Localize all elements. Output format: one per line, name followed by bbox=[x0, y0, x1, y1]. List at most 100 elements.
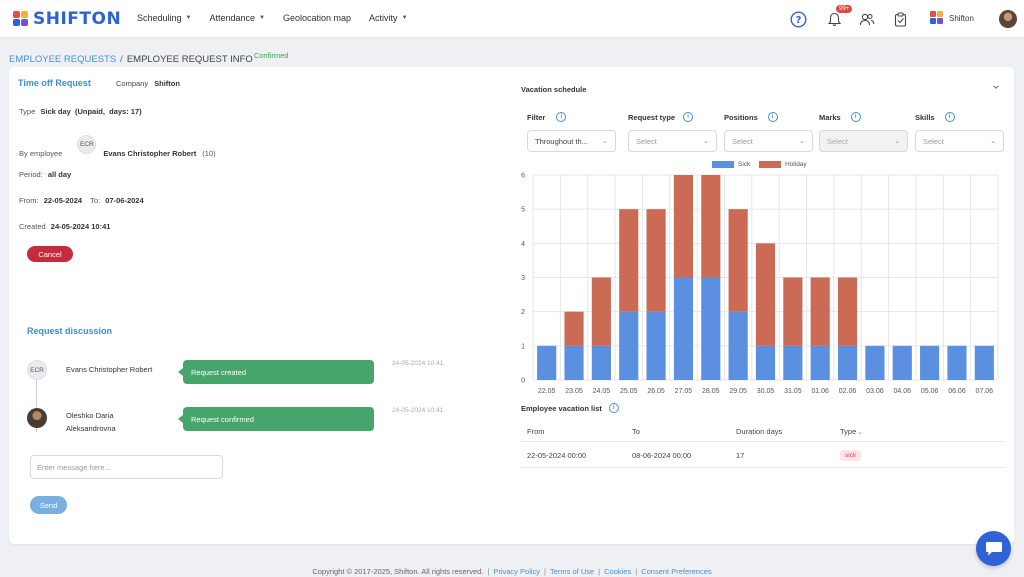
info-icon[interactable]: i bbox=[944, 112, 955, 122]
legend-sick-label: Sick bbox=[738, 161, 751, 168]
y-tick-label: 4 bbox=[521, 241, 525, 248]
bar-holiday bbox=[783, 277, 803, 346]
users-icon[interactable] bbox=[857, 9, 877, 29]
nav-scheduling[interactable]: Scheduling ▼ bbox=[137, 13, 192, 23]
discussion-author: Evans Christopher Robert bbox=[66, 365, 153, 374]
legend-sick-swatch bbox=[712, 161, 734, 168]
bar-sick bbox=[865, 345, 885, 380]
nav-geolocation-map[interactable]: Geolocation map bbox=[283, 13, 351, 23]
page-left-edge bbox=[0, 67, 5, 544]
collapse-chevron-icon[interactable] bbox=[992, 83, 1000, 93]
top-navbar: SHIFTON Scheduling ▼ Attendance ▼ Geolocat… bbox=[0, 0, 1024, 38]
request-type-select[interactable]: Select ⌄ bbox=[628, 130, 717, 152]
skills-select[interactable]: Select ⌄ bbox=[915, 130, 1004, 152]
x-tick-label: 07.06 bbox=[976, 388, 994, 395]
bar-holiday bbox=[837, 277, 858, 346]
nav-attendance[interactable]: Attendance ▼ bbox=[210, 13, 266, 23]
legend-holiday-swatch bbox=[759, 161, 781, 168]
positions-select-value: Select bbox=[732, 136, 753, 146]
cell-to: 08-06-2024 00:00 bbox=[632, 451, 692, 460]
request-type-select-value: Select bbox=[636, 136, 657, 146]
nav-activity-label: Activity bbox=[369, 13, 398, 23]
y-tick-label: 3 bbox=[521, 275, 525, 282]
x-tick-label: 26.05 bbox=[647, 388, 665, 395]
bar-holiday bbox=[564, 311, 584, 346]
info-icon[interactable]: i bbox=[608, 403, 619, 413]
bar-sick bbox=[974, 345, 994, 380]
send-button[interactable]: Send bbox=[30, 496, 67, 514]
x-tick-label: 29.05 bbox=[729, 388, 747, 395]
message-input[interactable] bbox=[30, 455, 223, 479]
info-icon[interactable]: i bbox=[556, 112, 567, 122]
chevron-down-icon: ⌄ bbox=[990, 138, 996, 145]
breadcrumb-separator: / bbox=[120, 54, 123, 65]
period-value: all day bbox=[47, 170, 72, 179]
table-row[interactable]: 22-05-2024 00:00 08-06-2024 00:00 17 sic… bbox=[521, 444, 1005, 468]
discussion-time: 24-05-2024 10:41 bbox=[392, 407, 444, 414]
cancel-button[interactable]: Cancel bbox=[27, 246, 73, 262]
bar-sick bbox=[783, 345, 803, 380]
period-row: Period: all day bbox=[19, 170, 71, 179]
logo-text: SHIFTON bbox=[33, 9, 122, 29]
nav-activity[interactable]: Activity ▼ bbox=[369, 13, 407, 23]
positions-label-text: Positions bbox=[724, 112, 758, 122]
discussion-avatar-ecr: ECR bbox=[27, 360, 47, 380]
nav-geolocation-label: Geolocation map bbox=[283, 13, 352, 23]
bar-sick bbox=[646, 311, 666, 380]
footer-separator: | bbox=[635, 567, 638, 576]
copyright: Copyright © 2017-2025, Shifton. All righ… bbox=[312, 567, 484, 576]
request-title: Time off Request bbox=[18, 78, 91, 88]
footer-consent-link[interactable]: Consent Preferences bbox=[641, 567, 711, 576]
y-tick-label: 6 bbox=[521, 173, 525, 180]
info-icon[interactable]: i bbox=[850, 112, 861, 122]
discussion-title: Request discussion bbox=[27, 326, 113, 336]
company-info: Company Shifton bbox=[116, 79, 180, 88]
discussion-author: Oleshko Daria Aleksandrovna bbox=[66, 411, 116, 433]
marks-label: Marks i bbox=[819, 112, 861, 122]
info-icon[interactable]: i bbox=[683, 112, 694, 122]
employee-avatar: ECR bbox=[77, 135, 97, 154]
company-switcher[interactable]: Shifton bbox=[930, 11, 974, 25]
user-avatar[interactable] bbox=[999, 10, 1017, 28]
created-row: Created 24-05-2024 10:41 bbox=[19, 222, 110, 231]
filter-select[interactable]: Throughout th... ⌄ bbox=[527, 130, 616, 152]
main-nav: Scheduling ▼ Attendance ▼ Geolocation map … bbox=[137, 13, 426, 23]
footer-cookies-link[interactable]: Cookies bbox=[604, 567, 631, 576]
company-label: Company bbox=[116, 79, 149, 88]
bar-sick bbox=[728, 311, 748, 380]
employee-name[interactable]: Evans Christopher Robert bbox=[103, 149, 196, 158]
created-value: 24-05-2024 10:41 bbox=[50, 222, 111, 231]
period-label: Period: bbox=[19, 170, 43, 179]
bar-sick bbox=[591, 345, 611, 380]
positions-select[interactable]: Select ⌄ bbox=[724, 130, 813, 152]
info-icon[interactable]: i bbox=[767, 112, 778, 122]
company-logo-icon bbox=[930, 11, 944, 25]
positions-label: Positions i bbox=[724, 112, 778, 122]
discussion-time: 24-05-2024 10:41 bbox=[392, 360, 444, 367]
y-tick-label: 2 bbox=[521, 309, 525, 316]
chat-button[interactable] bbox=[976, 531, 1011, 566]
vacation-chart: 0 1 2 3 4 5 6 22.05 23.05 24.05 25.05 26.05 27.05 28.… bbox=[521, 173, 999, 395]
breadcrumb-employee-requests[interactable]: EMPLOYEE REQUESTS bbox=[9, 54, 116, 65]
x-tick-label: 27.05 bbox=[675, 388, 693, 395]
legend-sick[interactable]: Sick bbox=[712, 161, 750, 168]
column-to: To bbox=[632, 427, 640, 436]
column-type[interactable]: Type⌄ bbox=[840, 427, 863, 436]
cell-duration: 17 bbox=[736, 451, 745, 460]
bar-sick bbox=[701, 277, 721, 380]
chevron-down-icon: ▼ bbox=[185, 15, 192, 21]
footer-terms-link[interactable]: Terms of Use bbox=[550, 567, 594, 576]
vacation-list-title-text: Employee vacation list bbox=[521, 403, 602, 413]
shifton-logo[interactable]: SHIFTON bbox=[13, 9, 121, 29]
filter-select-value: Throughout th... bbox=[535, 136, 588, 146]
help-icon[interactable]: ? bbox=[788, 9, 808, 29]
clipboard-icon[interactable] bbox=[890, 9, 910, 29]
type-badge: sick bbox=[840, 450, 862, 461]
to-value: 07-06-2024 bbox=[105, 196, 144, 205]
x-tick-label: 31.05 bbox=[784, 388, 802, 395]
legend-holiday[interactable]: Holiday bbox=[759, 161, 807, 168]
bar-holiday bbox=[673, 175, 694, 278]
footer-privacy-link[interactable]: Privacy Policy bbox=[493, 567, 540, 576]
skills-label-text: Skills bbox=[915, 112, 935, 122]
company-value: Shifton bbox=[154, 79, 180, 88]
